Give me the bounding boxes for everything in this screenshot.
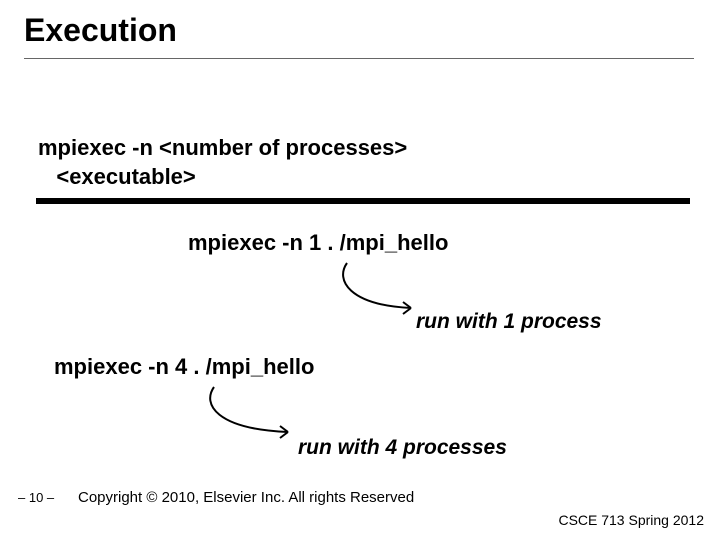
course-label: CSCE 713 Spring 2012 <box>558 512 704 528</box>
example-command-2: mpiexec -n 4 . /mpi_hello <box>54 354 314 380</box>
curved-arrow-icon <box>202 384 302 444</box>
syntax-line-1: mpiexec -n <number of processes> <box>38 135 407 160</box>
divider-rule <box>36 198 690 204</box>
example-caption-1: run with 1 process <box>416 310 602 334</box>
command-syntax: mpiexec -n <number of processes> <execut… <box>38 134 407 191</box>
syntax-line-2: <executable> <box>56 164 195 189</box>
example-command-1: mpiexec -n 1 . /mpi_hello <box>188 230 448 256</box>
example-caption-2: run with 4 processes <box>298 436 507 460</box>
copyright-text: Copyright © 2010, Elsevier Inc. All righ… <box>78 489 414 506</box>
curved-arrow-icon <box>335 260 425 320</box>
page-number: – 10 – <box>18 490 54 505</box>
title-rule <box>24 58 694 59</box>
slide-title: Execution <box>24 12 177 49</box>
